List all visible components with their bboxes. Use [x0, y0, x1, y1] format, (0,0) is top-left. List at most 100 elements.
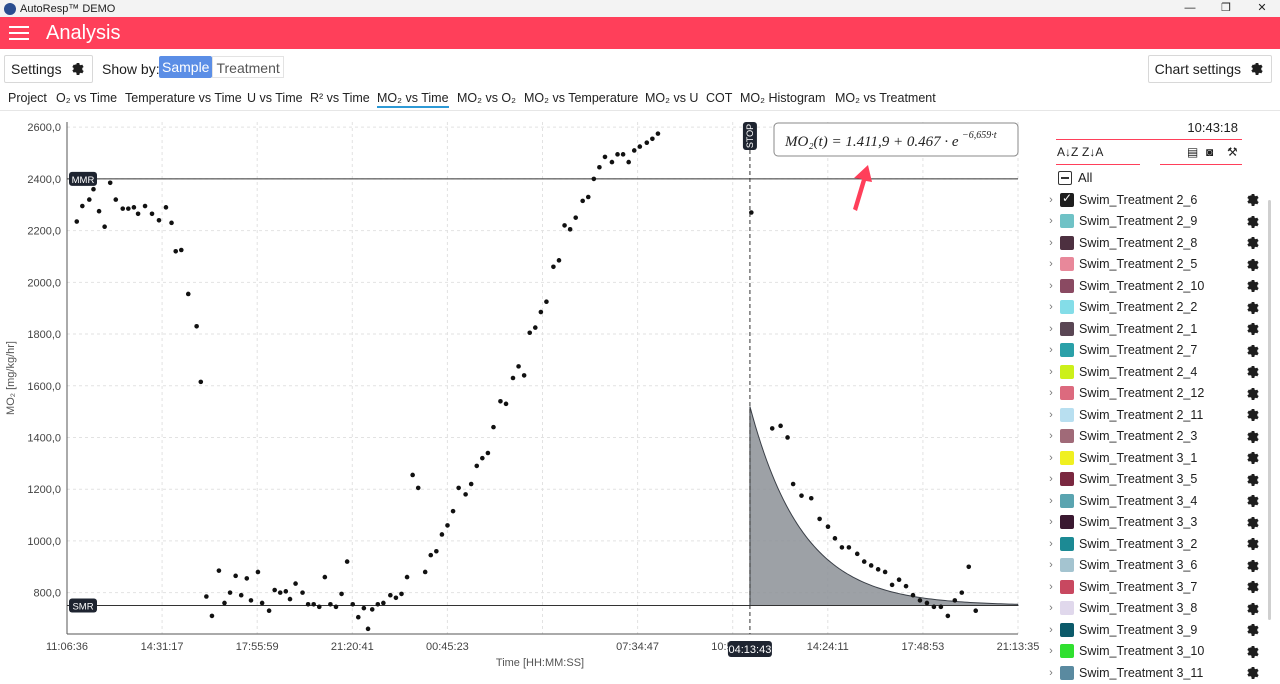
sample-color-checkbox[interactable] [1060, 235, 1074, 250]
chevron-right-icon[interactable]: › [1042, 237, 1060, 249]
list-item[interactable]: › Swim_Treatment 2_12 [1040, 383, 1280, 405]
sample-color-checkbox[interactable] [1060, 214, 1074, 229]
sample-color-checkbox[interactable] [1060, 665, 1074, 680]
chevron-right-icon[interactable]: › [1042, 323, 1060, 335]
treatment-toggle-button[interactable]: Treatment [212, 56, 284, 78]
gear-icon[interactable] [1245, 429, 1261, 445]
list-item[interactable]: › Swim_Treatment 2_8 [1040, 232, 1280, 254]
select-all-row[interactable]: All [1058, 170, 1092, 185]
gear-icon[interactable] [1245, 407, 1261, 423]
gear-icon[interactable] [1245, 321, 1261, 337]
chart-settings-button[interactable]: Chart settings [1147, 55, 1272, 83]
chevron-right-icon[interactable]: › [1042, 452, 1060, 464]
chevron-right-icon[interactable]: › [1042, 409, 1060, 421]
list-item[interactable]: › Swim_Treatment 3_5 [1040, 469, 1280, 491]
tab-9[interactable]: COT [706, 91, 732, 105]
gear-icon[interactable] [1245, 493, 1261, 509]
gear-icon[interactable] [1245, 214, 1261, 230]
select-all-checkbox[interactable] [1058, 170, 1072, 185]
gear-icon[interactable] [1245, 386, 1261, 402]
gear-icon[interactable] [1245, 536, 1261, 552]
gear-icon[interactable] [1245, 665, 1261, 681]
sort-descending-icon[interactable]: Z↓A [1082, 145, 1103, 159]
gear-icon[interactable] [1245, 300, 1261, 316]
hamburger-menu-icon[interactable] [9, 22, 29, 44]
chevron-right-icon[interactable]: › [1042, 366, 1060, 378]
minimize-button[interactable]: — [1172, 0, 1208, 17]
gear-icon[interactable] [1245, 343, 1261, 359]
sample-color-checkbox[interactable]: ✓ [1060, 191, 1074, 207]
chevron-right-icon[interactable]: › [1042, 194, 1060, 206]
gear-icon[interactable] [1245, 450, 1261, 466]
list-item[interactable]: › Swim_Treatment 2_11 [1040, 404, 1280, 426]
chevron-right-icon[interactable]: › [1042, 538, 1060, 550]
list-item[interactable]: › Swim_Treatment 3_3 [1040, 512, 1280, 534]
wrench-icon[interactable]: ⚒ [1227, 145, 1238, 159]
list-item[interactable]: › Swim_Treatment 3_9 [1040, 619, 1280, 641]
list-item[interactable]: › Swim_Treatment 2_4 [1040, 361, 1280, 383]
gear-icon[interactable] [1245, 515, 1261, 531]
sample-color-checkbox[interactable] [1060, 343, 1074, 358]
gear-icon[interactable] [1245, 558, 1261, 574]
chevron-right-icon[interactable]: › [1042, 516, 1060, 528]
tab-11[interactable]: MO₂ vs Treatment [835, 91, 936, 105]
tab-7[interactable]: MO₂ vs Temperature [524, 91, 638, 105]
sample-color-checkbox[interactable] [1060, 515, 1074, 530]
sample-color-checkbox[interactable] [1060, 300, 1074, 315]
tab-8[interactable]: MO₂ vs U [645, 91, 698, 105]
tab-3[interactable]: U vs Time [247, 91, 303, 105]
list-item[interactable]: › Swim_Treatment 3_11 [1040, 662, 1280, 684]
chevron-right-icon[interactable]: › [1042, 559, 1060, 571]
tab-1[interactable]: O₂ vs Time [56, 91, 117, 105]
sample-color-checkbox[interactable] [1060, 579, 1074, 594]
chevron-right-icon[interactable]: › [1042, 624, 1060, 636]
list-item[interactable]: › Swim_Treatment 2_10 [1040, 275, 1280, 297]
sample-color-checkbox[interactable] [1060, 257, 1074, 272]
list-item[interactable]: › ✓ Swim_Treatment 2_6 [1040, 189, 1280, 211]
list-item[interactable]: › Swim_Treatment 3_8 [1040, 598, 1280, 620]
gear-icon[interactable] [1245, 257, 1261, 273]
sample-color-checkbox[interactable] [1060, 472, 1074, 487]
settings-button[interactable]: Settings [4, 55, 93, 83]
list-item[interactable]: › Swim_Treatment 3_6 [1040, 555, 1280, 577]
gear-icon[interactable] [1245, 644, 1261, 660]
tab-0[interactable]: Project [8, 91, 47, 105]
chevron-right-icon[interactable]: › [1042, 495, 1060, 507]
tab-2[interactable]: Temperature vs Time [125, 91, 242, 105]
sample-color-checkbox[interactable] [1060, 558, 1074, 573]
chevron-right-icon[interactable]: › [1042, 667, 1060, 679]
list-item[interactable]: › Swim_Treatment 3_7 [1040, 576, 1280, 598]
gear-icon[interactable] [1245, 622, 1261, 638]
chevron-right-icon[interactable]: › [1042, 280, 1060, 292]
tab-4[interactable]: R² vs Time [310, 91, 370, 105]
list-item[interactable]: › Swim_Treatment 3_2 [1040, 533, 1280, 555]
gear-icon[interactable] [1245, 472, 1261, 488]
list-item[interactable]: › Swim_Treatment 2_9 [1040, 211, 1280, 233]
list-item[interactable]: › Swim_Treatment 2_7 [1040, 340, 1280, 362]
gear-icon[interactable] [1245, 235, 1261, 251]
gear-icon[interactable] [1245, 579, 1261, 595]
chevron-right-icon[interactable]: › [1042, 473, 1060, 485]
chevron-right-icon[interactable]: › [1042, 387, 1060, 399]
list-item[interactable]: › Swim_Treatment 2_3 [1040, 426, 1280, 448]
camera-icon[interactable]: ◙ [1206, 145, 1213, 159]
sample-color-checkbox[interactable] [1060, 493, 1074, 508]
list-item[interactable]: › Swim_Treatment 3_1 [1040, 447, 1280, 469]
chevron-right-icon[interactable]: › [1042, 258, 1060, 270]
sample-color-checkbox[interactable] [1060, 321, 1074, 336]
sample-color-checkbox[interactable] [1060, 407, 1074, 422]
chevron-right-icon[interactable]: › [1042, 581, 1060, 593]
sample-color-checkbox[interactable] [1060, 278, 1074, 293]
sample-color-checkbox[interactable] [1060, 450, 1074, 465]
list-item[interactable]: › Swim_Treatment 2_1 [1040, 318, 1280, 340]
gear-icon[interactable] [1245, 601, 1261, 617]
sample-toggle-button[interactable]: Sample [159, 56, 213, 78]
gear-icon[interactable] [1245, 192, 1261, 208]
chevron-right-icon[interactable]: › [1042, 344, 1060, 356]
gear-icon[interactable] [1245, 364, 1261, 380]
sample-color-checkbox[interactable] [1060, 622, 1074, 637]
sidebar-scrollbar[interactable] [1268, 200, 1271, 620]
chevron-right-icon[interactable]: › [1042, 215, 1060, 227]
tab-5[interactable]: MO₂ vs Time [377, 91, 449, 108]
chevron-right-icon[interactable]: › [1042, 645, 1060, 657]
